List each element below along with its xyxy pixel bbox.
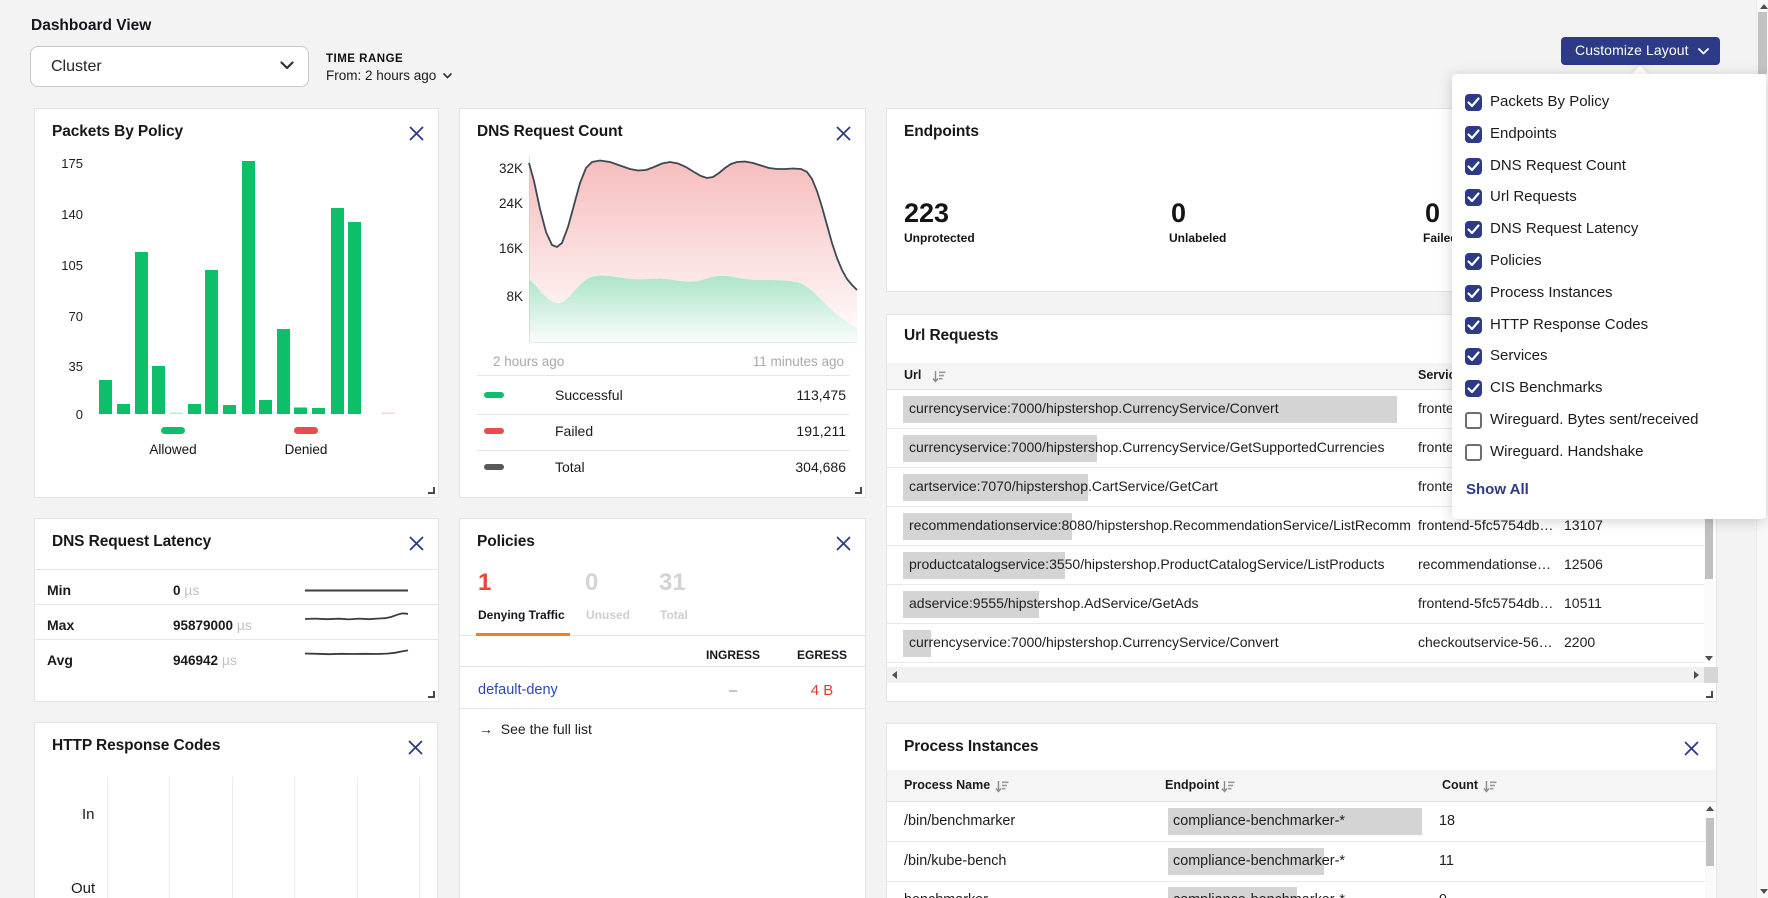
svg-text:Denied: Denied <box>285 442 328 457</box>
svg-text:Allowed: Allowed <box>149 442 196 457</box>
svg-text:113,475: 113,475 <box>796 387 846 403</box>
svg-text:Successful: Successful <box>555 387 623 403</box>
svg-text:11 minutes ago: 11 minutes ago <box>753 354 844 369</box>
svg-text:24K: 24K <box>499 196 523 211</box>
svg-text:Total: Total <box>555 459 585 475</box>
svg-text:140: 140 <box>61 207 83 222</box>
svg-text:304,686: 304,686 <box>795 459 846 475</box>
svg-text:8K: 8K <box>506 289 523 304</box>
svg-text:0: 0 <box>76 407 83 422</box>
svg-text:32K: 32K <box>499 161 523 176</box>
svg-text:191,211: 191,211 <box>796 423 846 439</box>
svg-text:105: 105 <box>61 258 83 273</box>
svg-text:2 hours ago: 2 hours ago <box>493 354 564 369</box>
svg-text:16K: 16K <box>499 241 523 256</box>
svg-text:Failed: Failed <box>555 423 593 439</box>
svg-text:70: 70 <box>69 309 83 324</box>
svg-text:175: 175 <box>61 156 83 171</box>
svg-text:35: 35 <box>69 359 83 374</box>
